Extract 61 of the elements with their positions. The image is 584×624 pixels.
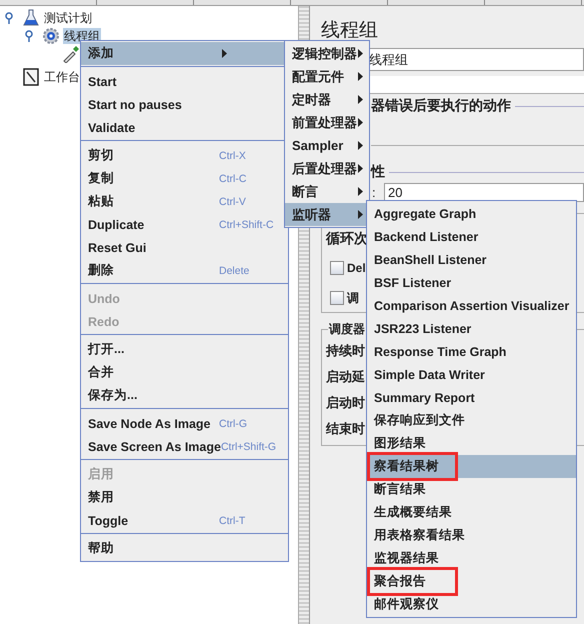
checkbox-label: 调 bbox=[347, 290, 359, 306]
menu-item[interactable]: Start bbox=[81, 70, 288, 93]
menu-item[interactable]: JSR223 Listener bbox=[367, 317, 576, 340]
section-title: 器错误后要执行的动作 bbox=[371, 97, 511, 115]
menu-item[interactable]: Validate bbox=[81, 116, 288, 139]
menu-item[interactable]: Comparison Assertion Visualizer bbox=[367, 294, 576, 317]
menu-item[interactable]: 保存为... bbox=[81, 384, 288, 407]
menu-item[interactable]: Save Screen As ImageCtrl+Shift-G bbox=[81, 435, 288, 458]
menu-item[interactable]: Sampler bbox=[285, 134, 369, 157]
panel-title: 线程组 bbox=[321, 19, 379, 43]
menu-item[interactable]: 聚合报告 bbox=[367, 570, 576, 593]
gear-icon bbox=[42, 27, 60, 45]
menu-item[interactable]: 生成概要结果 bbox=[367, 501, 576, 524]
menu-item[interactable]: 察看结果树 bbox=[367, 455, 576, 478]
menu-item[interactable]: Simple Data Writer bbox=[367, 363, 576, 386]
menu-item[interactable]: 监听器 bbox=[285, 203, 369, 226]
menu-item[interactable]: Duplicate Ctrl+Shift-C bbox=[81, 213, 288, 236]
menu-item[interactable]: 断言结果 bbox=[367, 478, 576, 501]
scheduler-title: 调度器 bbox=[328, 321, 366, 338]
field-label: 启动时 bbox=[326, 395, 365, 410]
field-label: 结束时 bbox=[326, 421, 365, 436]
menu-item[interactable]: 邮件观察仪 bbox=[367, 593, 576, 616]
menu-item[interactable]: BSF Listener bbox=[367, 271, 576, 294]
flask-icon bbox=[22, 9, 40, 27]
menu-item[interactable]: 剪切 Ctrl-X bbox=[81, 144, 288, 167]
menu-item[interactable]: Aggregate Graph bbox=[367, 202, 576, 225]
menu-item[interactable]: Summary Report bbox=[367, 386, 576, 409]
checkbox[interactable] bbox=[330, 291, 344, 305]
menu-item[interactable]: Reset Gui bbox=[81, 236, 288, 259]
tree-item[interactable]: 工作台 bbox=[43, 69, 81, 85]
field-label: 启动延 bbox=[326, 369, 365, 384]
menu-item[interactable]: 打开... bbox=[81, 338, 288, 361]
menu-item[interactable]: 保存响应到文件 bbox=[367, 409, 576, 432]
menu-item[interactable]: 禁用 bbox=[81, 486, 288, 509]
menu-item[interactable]: Response Time Graph bbox=[367, 340, 576, 363]
menu-item[interactable]: 断言 bbox=[285, 180, 369, 203]
menu-item[interactable]: 后置处理器 bbox=[285, 157, 369, 180]
field-label: : bbox=[372, 185, 377, 200]
menu-item[interactable]: 删除 Delete bbox=[81, 259, 288, 282]
checkbox-label: Del bbox=[347, 261, 366, 275]
notepad-icon bbox=[22, 68, 40, 86]
threads-field[interactable]: 20 bbox=[384, 183, 584, 202]
menu-item[interactable]: Backend Listener bbox=[367, 225, 576, 248]
tree-item[interactable]: 测试计划 bbox=[43, 10, 93, 26]
menu-item[interactable]: 前置处理器 bbox=[285, 111, 369, 134]
pipette-icon bbox=[62, 45, 80, 63]
menu-item[interactable]: BeanShell Listener bbox=[367, 248, 576, 271]
checkbox[interactable] bbox=[330, 261, 344, 275]
menu-item[interactable]: 帮助 bbox=[81, 537, 288, 560]
menu-item[interactable]: 监视器结果 bbox=[367, 547, 576, 570]
menu-item[interactable]: 粘贴 Ctrl-V bbox=[81, 190, 288, 213]
menu-item[interactable]: Save Node As Image Ctrl-G bbox=[81, 412, 288, 435]
field-label: 持续时 bbox=[326, 343, 365, 358]
menu-item[interactable]: 用表格察看结果 bbox=[367, 524, 576, 547]
menu-item[interactable]: Toggle Ctrl-T bbox=[81, 509, 288, 532]
menu-item[interactable]: Start no pauses bbox=[81, 93, 288, 116]
menu-item[interactable]: 复制 Ctrl-C bbox=[81, 167, 288, 190]
menu-item[interactable]: 合并 bbox=[81, 361, 288, 384]
menu-item[interactable]: 图形结果 bbox=[367, 432, 576, 455]
section-title: 性 bbox=[371, 163, 385, 181]
menu-item[interactable]: 定时器 bbox=[285, 88, 369, 111]
